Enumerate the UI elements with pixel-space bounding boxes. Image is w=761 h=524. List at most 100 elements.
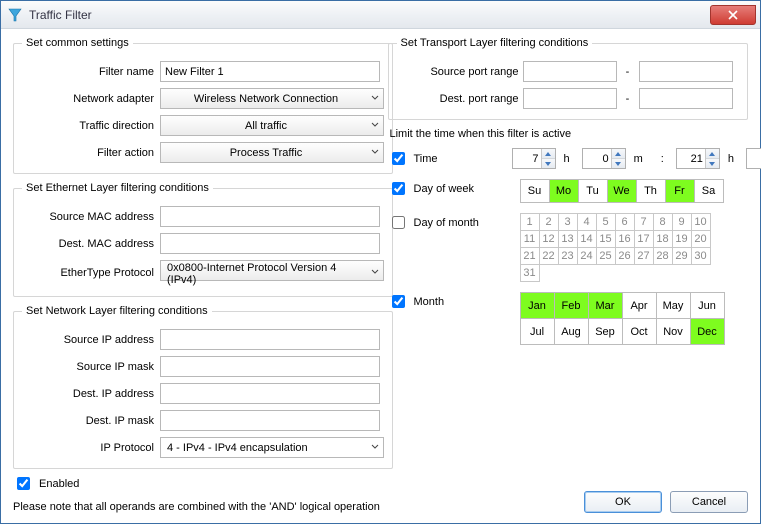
dom-cell-5[interactable]: 5 <box>596 213 616 231</box>
month-cell-may[interactable]: May <box>656 292 691 319</box>
ip-protocol-select[interactable]: 4 - IPv4 - IPv4 encapsulation <box>160 437 384 458</box>
dom-cell-7[interactable]: 7 <box>634 213 654 231</box>
time-limit-title: Limit the time when this filter is activ… <box>390 128 749 140</box>
dom-cell-9[interactable]: 9 <box>672 213 692 231</box>
dom-cell-4[interactable]: 4 <box>577 213 597 231</box>
dom-cell-25[interactable]: 25 <box>596 247 616 265</box>
time-h1-input[interactable] <box>513 149 541 168</box>
spinner-down-icon[interactable] <box>542 159 555 168</box>
src-ip-input[interactable] <box>160 329 380 350</box>
common-settings-group: Set common settings Filter name Network … <box>13 37 393 174</box>
dom-label: Day of month <box>414 217 506 229</box>
dom-cell-26[interactable]: 26 <box>615 247 635 265</box>
month-cell-jun[interactable]: Jun <box>690 292 725 319</box>
month-label: Month <box>414 296 506 308</box>
dom-cell-15[interactable]: 15 <box>596 230 616 248</box>
spinner-down-icon[interactable] <box>706 159 719 168</box>
month-cell-dec[interactable]: Dec <box>690 318 725 345</box>
month-cell-jul[interactable]: Jul <box>520 318 555 345</box>
dst-ip-input[interactable] <box>160 383 380 404</box>
dom-cell-2[interactable]: 2 <box>539 213 559 231</box>
src-ip-label: Source IP address <box>22 334 154 346</box>
dom-cell-22[interactable]: 22 <box>539 247 559 265</box>
month-cell-apr[interactable]: Apr <box>622 292 657 319</box>
dom-cell-30[interactable]: 30 <box>691 247 711 265</box>
ip-protocol-label: IP Protocol <box>22 442 154 454</box>
ethertype-select[interactable]: 0x0800-Internet Protocol Version 4 (IPv4… <box>160 260 384 281</box>
cancel-button[interactable]: Cancel <box>670 491 748 513</box>
dom-cell-23[interactable]: 23 <box>558 247 578 265</box>
close-button[interactable] <box>710 5 756 25</box>
dow-cell-sa[interactable]: Sa <box>694 179 724 203</box>
filter-action-select[interactable]: Process Traffic <box>160 142 384 163</box>
enabled-checkbox[interactable] <box>17 477 30 490</box>
dst-port-to-input[interactable] <box>639 88 733 109</box>
time-m1-spinner[interactable] <box>582 148 626 169</box>
dom-checkbox[interactable] <box>392 216 405 229</box>
network-adapter-select[interactable]: Wireless Network Connection <box>160 88 384 109</box>
dom-cell-27[interactable]: 27 <box>634 247 654 265</box>
dow-cell-su[interactable]: Su <box>520 179 550 203</box>
month-checkbox[interactable] <box>392 295 405 308</box>
time-label: Time <box>414 153 506 165</box>
dow-cell-we[interactable]: We <box>607 179 637 203</box>
dom-cell-29[interactable]: 29 <box>672 247 692 265</box>
dst-mask-input[interactable] <box>160 410 380 431</box>
month-cell-oct[interactable]: Oct <box>622 318 657 345</box>
month-cell-feb[interactable]: Feb <box>554 292 589 319</box>
transport-layer-legend: Set Transport Layer filtering conditions <box>397 37 593 49</box>
dow-cell-tu[interactable]: Tu <box>578 179 608 203</box>
dom-cell-19[interactable]: 19 <box>672 230 692 248</box>
dom-cell-17[interactable]: 17 <box>634 230 654 248</box>
dom-cell-11[interactable]: 11 <box>520 230 540 248</box>
dow-grid: SuMoTuWeThFrSa <box>520 179 724 203</box>
month-cell-mar[interactable]: Mar <box>588 292 623 319</box>
month-cell-jan[interactable]: Jan <box>520 292 555 319</box>
dom-cell-13[interactable]: 13 <box>558 230 578 248</box>
dom-cell-20[interactable]: 20 <box>691 230 711 248</box>
dom-cell-16[interactable]: 16 <box>615 230 635 248</box>
src-port-label: Source port range <box>397 66 519 78</box>
dom-cell-28[interactable]: 28 <box>653 247 673 265</box>
dow-cell-th[interactable]: Th <box>636 179 666 203</box>
dow-cell-fr[interactable]: Fr <box>665 179 695 203</box>
dom-cell-12[interactable]: 12 <box>539 230 559 248</box>
src-port-from-input[interactable] <box>523 61 617 82</box>
month-cell-aug[interactable]: Aug <box>554 318 589 345</box>
spinner-down-icon[interactable] <box>612 159 625 168</box>
spinner-up-icon[interactable] <box>542 149 555 159</box>
spinner-up-icon[interactable] <box>612 149 625 159</box>
spinner-up-icon[interactable] <box>706 149 719 159</box>
dow-cell-mo[interactable]: Mo <box>549 179 579 203</box>
dom-cell-1[interactable]: 1 <box>520 213 540 231</box>
dom-cell-24[interactable]: 24 <box>577 247 597 265</box>
src-port-to-input[interactable] <box>639 61 733 82</box>
traffic-direction-label: Traffic direction <box>22 120 154 132</box>
month-cell-sep[interactable]: Sep <box>588 318 623 345</box>
dst-port-from-input[interactable] <box>523 88 617 109</box>
traffic-direction-select[interactable]: All traffic <box>160 115 384 136</box>
dom-cell-18[interactable]: 18 <box>653 230 673 248</box>
dom-cell-14[interactable]: 14 <box>577 230 597 248</box>
dom-cell-21[interactable]: 21 <box>520 247 540 265</box>
src-mac-input[interactable] <box>160 206 380 227</box>
dom-cell-8[interactable]: 8 <box>653 213 673 231</box>
time-checkbox[interactable] <box>392 152 405 165</box>
dst-mac-input[interactable] <box>160 233 380 254</box>
time-m2-spinner[interactable] <box>746 148 761 169</box>
filter-name-input[interactable] <box>160 61 380 82</box>
network-adapter-label: Network adapter <box>22 93 154 105</box>
time-m1-input[interactable] <box>583 149 611 168</box>
dom-cell-31[interactable]: 31 <box>520 264 540 282</box>
dom-cell-10[interactable]: 10 <box>691 213 711 231</box>
time-h2-spinner[interactable] <box>676 148 720 169</box>
time-h2-input[interactable] <box>677 149 705 168</box>
month-cell-nov[interactable]: Nov <box>656 318 691 345</box>
time-m2-input[interactable] <box>747 149 761 168</box>
src-mask-input[interactable] <box>160 356 380 377</box>
dom-cell-6[interactable]: 6 <box>615 213 635 231</box>
time-h1-spinner[interactable] <box>512 148 556 169</box>
dom-cell-3[interactable]: 3 <box>558 213 578 231</box>
ok-button[interactable]: OK <box>584 491 662 513</box>
dow-checkbox[interactable] <box>392 182 405 195</box>
